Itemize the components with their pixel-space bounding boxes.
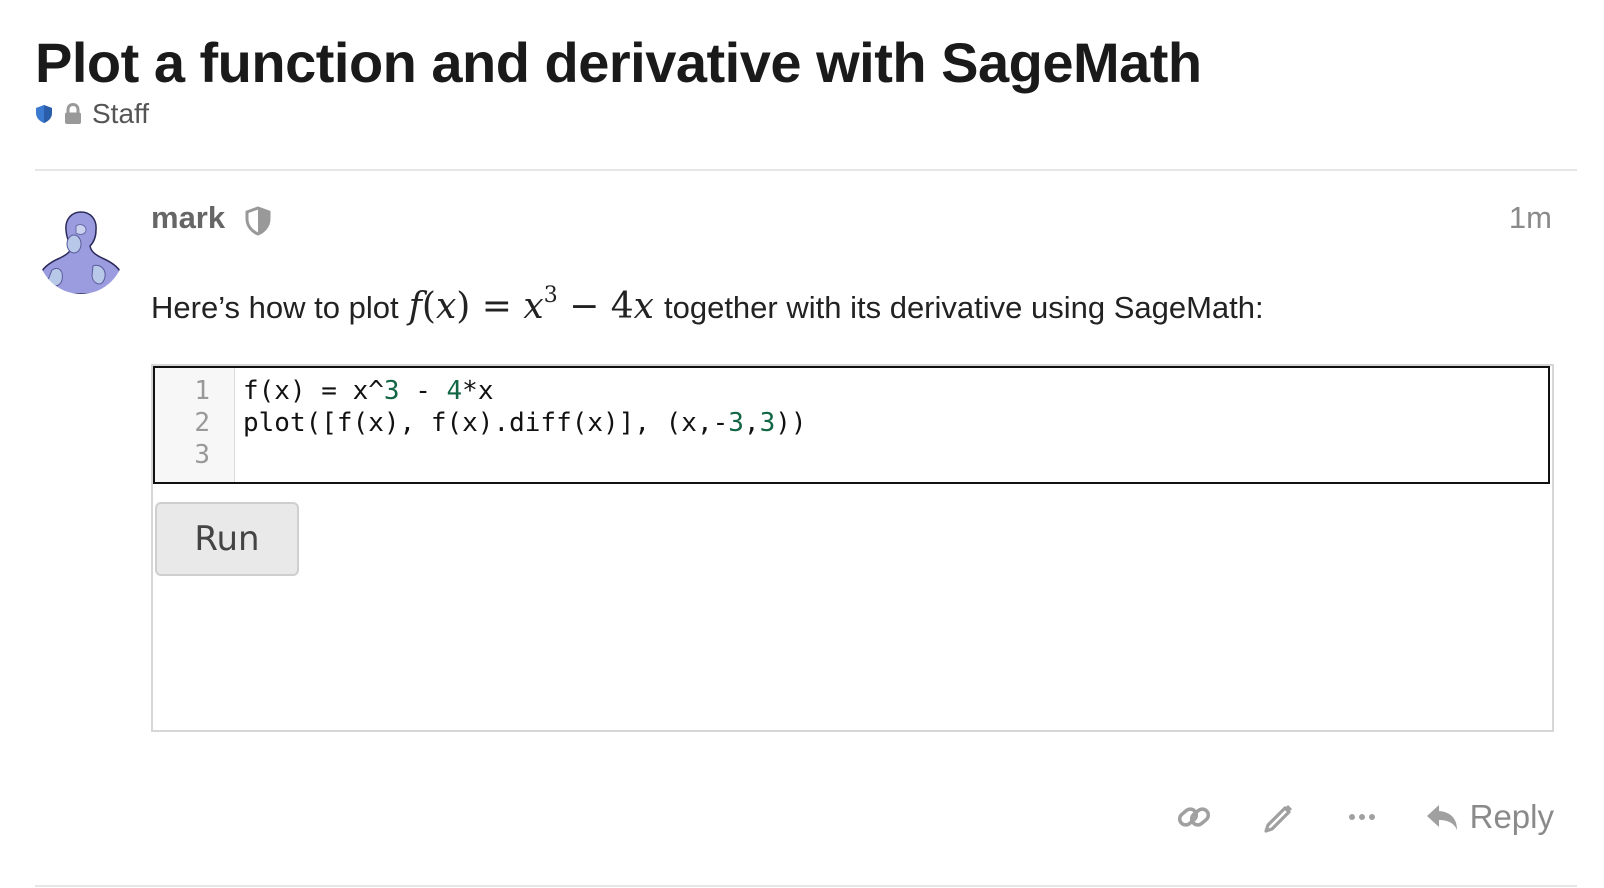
math-x: x: [435, 286, 457, 327]
math-var: x: [633, 286, 654, 327]
post-username[interactable]: mark: [151, 200, 225, 236]
post-body-text: Here’s how to plot f(x) = x3 − 4x togeth…: [151, 283, 1264, 327]
code-token: *x: [462, 376, 494, 406]
code-token: plot([f(x), f(x).diff(x)], (x,-: [243, 408, 729, 438]
math-expression: f(x) = x3 − 4x: [408, 283, 654, 327]
math-minus: −: [569, 286, 600, 327]
reply-icon: [1426, 805, 1457, 830]
code-line[interactable]: [243, 439, 807, 471]
math-base: x: [523, 286, 544, 327]
code-number-token: 3: [728, 408, 744, 438]
code-token: f(x) = x^: [243, 376, 384, 406]
code-token: )): [775, 408, 807, 438]
code-number-token: 3: [383, 376, 400, 406]
topic-divider: [35, 169, 1577, 171]
shield-icon: [36, 105, 52, 123]
more-button[interactable]: [1342, 797, 1382, 837]
category-label[interactable]: Staff: [92, 98, 149, 130]
run-button[interactable]: Run: [155, 502, 299, 576]
code-editor[interactable]: 1 2 3 f(x) = x^3 - 4*x plot([f(x), f(x).…: [153, 366, 1550, 484]
link-icon: [1177, 807, 1210, 827]
shield-icon: [245, 206, 271, 236]
code-token: ,: [743, 408, 760, 438]
category-badge[interactable]: Staff: [35, 98, 149, 130]
post-actions: Reply: [1174, 792, 1554, 842]
reply-label: Reply: [1469, 798, 1554, 835]
user-avatar-image: [38, 208, 124, 294]
post-divider: [35, 885, 1577, 887]
math-coef: 4: [610, 286, 634, 327]
lock-icon: [65, 103, 81, 124]
more-icon: [1348, 814, 1375, 820]
reply-button[interactable]: Reply: [1424, 798, 1554, 836]
code-area[interactable]: f(x) = x^3 - 4*x plot([f(x), f(x).diff(x…: [235, 368, 807, 482]
code-token: -: [399, 376, 447, 406]
post-text-before: Here’s how to plot: [151, 290, 399, 325]
code-number-token: 3: [759, 408, 776, 438]
pencil-icon: [1264, 805, 1292, 833]
code-number-token: 4: [446, 376, 463, 406]
page-title: Plot a function and derivative with Sage…: [35, 31, 1202, 94]
code-line[interactable]: plot([f(x), f(x).diff(x)], (x,-3,3)): [243, 407, 807, 439]
math-exponent: 3: [543, 283, 558, 308]
line-number: 2: [194, 408, 210, 438]
line-number: 1: [194, 376, 210, 406]
sage-cell: 1 2 3 f(x) = x^3 - 4*x plot([f(x), f(x).…: [151, 364, 1554, 732]
avatar[interactable]: [38, 208, 124, 294]
line-number-gutter: 1 2 3: [155, 368, 235, 482]
math-equals: =: [481, 286, 512, 327]
edit-button[interactable]: [1258, 797, 1298, 837]
copy-link-button[interactable]: [1174, 797, 1214, 837]
line-number: 3: [194, 440, 210, 470]
math-f: f: [408, 286, 422, 327]
post-text-after: together with its derivative using SageM…: [663, 290, 1264, 325]
code-line[interactable]: f(x) = x^3 - 4*x: [243, 375, 807, 407]
post-timestamp[interactable]: 1m: [1509, 200, 1552, 236]
